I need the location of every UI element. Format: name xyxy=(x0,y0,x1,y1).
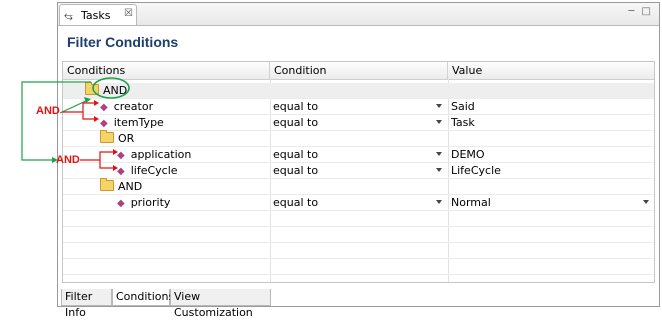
table-row[interactable]: ◆ priority equal to Normal xyxy=(63,195,654,211)
column-header-condition[interactable]: Condition xyxy=(270,62,448,79)
condition-node: ◆ itemType xyxy=(100,115,164,130)
conditions-table: Conditions Condition Value AND ◆ creator … xyxy=(62,61,655,283)
condition-icon: ◆ xyxy=(117,166,125,177)
chevron-down-icon[interactable] xyxy=(436,152,442,156)
value-field[interactable]: Said xyxy=(451,99,475,114)
condition-node: ◆ application xyxy=(117,147,191,162)
value-select[interactable]: Normal xyxy=(451,195,491,210)
condition-icon: ◆ xyxy=(117,150,125,161)
field-label: lifeCycle xyxy=(130,164,178,177)
view-tab-bar: ⥃ Tasks ☒ ─ □ xyxy=(58,3,659,26)
group-node: AND xyxy=(85,82,128,98)
table-row xyxy=(63,259,654,275)
tab-tasks[interactable]: ⥃ Tasks ☒ xyxy=(59,4,137,25)
annotation-and-label: AND xyxy=(56,154,80,166)
tab-conditions[interactable]: Conditions xyxy=(112,289,174,306)
group-label: AND xyxy=(118,180,143,193)
table-row xyxy=(63,227,654,243)
field-label: itemType xyxy=(113,116,164,129)
condition-icon: ◆ xyxy=(117,198,125,209)
group-node: OR xyxy=(100,130,135,146)
condition-select[interactable]: equal to xyxy=(273,195,318,210)
chevron-down-icon[interactable] xyxy=(436,200,442,204)
condition-node: ◆ priority xyxy=(117,195,170,210)
table-row[interactable]: ◆ itemType equal to Task xyxy=(63,115,654,131)
chevron-down-icon[interactable] xyxy=(436,120,442,124)
condition-select[interactable]: equal to xyxy=(273,163,318,178)
field-label: creator xyxy=(113,100,154,113)
table-row[interactable]: ◆ creator equal to Said xyxy=(63,99,654,115)
table-header: Conditions Condition Value xyxy=(63,62,654,80)
table-row[interactable]: ◆ application equal to DEMO xyxy=(63,147,654,163)
tab-view-customization[interactable]: View Customization xyxy=(170,289,271,319)
condition-node: ◆ lifeCycle xyxy=(117,163,178,178)
folder-icon xyxy=(100,178,114,191)
value-field[interactable]: DEMO xyxy=(451,147,485,162)
condition-select[interactable]: equal to xyxy=(273,115,318,130)
value-field[interactable]: Task xyxy=(451,115,475,130)
table-row xyxy=(63,211,654,227)
table-row[interactable]: OR xyxy=(63,130,654,147)
group-node: AND xyxy=(100,178,143,194)
value-field[interactable]: LifeCycle xyxy=(451,163,501,178)
annotation-and-label: AND xyxy=(36,105,60,117)
condition-node: ◆ creator xyxy=(100,99,153,114)
table-row[interactable]: ◆ lifeCycle equal to LifeCycle xyxy=(63,163,654,179)
table-row xyxy=(63,243,654,259)
condition-icon: ◆ xyxy=(100,118,108,129)
folder-icon xyxy=(100,130,114,143)
field-label: priority xyxy=(130,196,171,209)
column-header-conditions[interactable]: Conditions xyxy=(63,62,270,79)
chevron-down-icon[interactable] xyxy=(436,168,442,172)
page-title: Filter Conditions xyxy=(67,34,179,50)
column-header-value[interactable]: Value xyxy=(448,62,654,79)
table-row[interactable]: AND xyxy=(63,178,654,195)
table-row[interactable]: AND xyxy=(63,82,654,99)
tasks-view: ⥃ Tasks ☒ ─ □ Filter Conditions Conditio… xyxy=(57,2,660,319)
condition-select[interactable]: equal to xyxy=(273,99,318,114)
folder-icon xyxy=(85,82,99,95)
group-label: AND xyxy=(103,84,128,97)
group-label: OR xyxy=(118,132,135,145)
condition-select[interactable]: equal to xyxy=(273,147,318,162)
condition-icon: ◆ xyxy=(100,102,108,113)
field-label: application xyxy=(130,148,192,161)
minimize-maximize-buttons[interactable]: ─ □ xyxy=(628,6,653,17)
tab-filter-info[interactable]: Filter Info xyxy=(61,289,112,319)
tab-tasks-label: Tasks xyxy=(81,9,111,22)
close-icon[interactable]: ☒ xyxy=(124,8,133,19)
chevron-down-icon[interactable] xyxy=(643,200,649,204)
tasks-icon: ⥃ xyxy=(64,9,73,22)
chevron-down-icon[interactable] xyxy=(436,104,442,108)
